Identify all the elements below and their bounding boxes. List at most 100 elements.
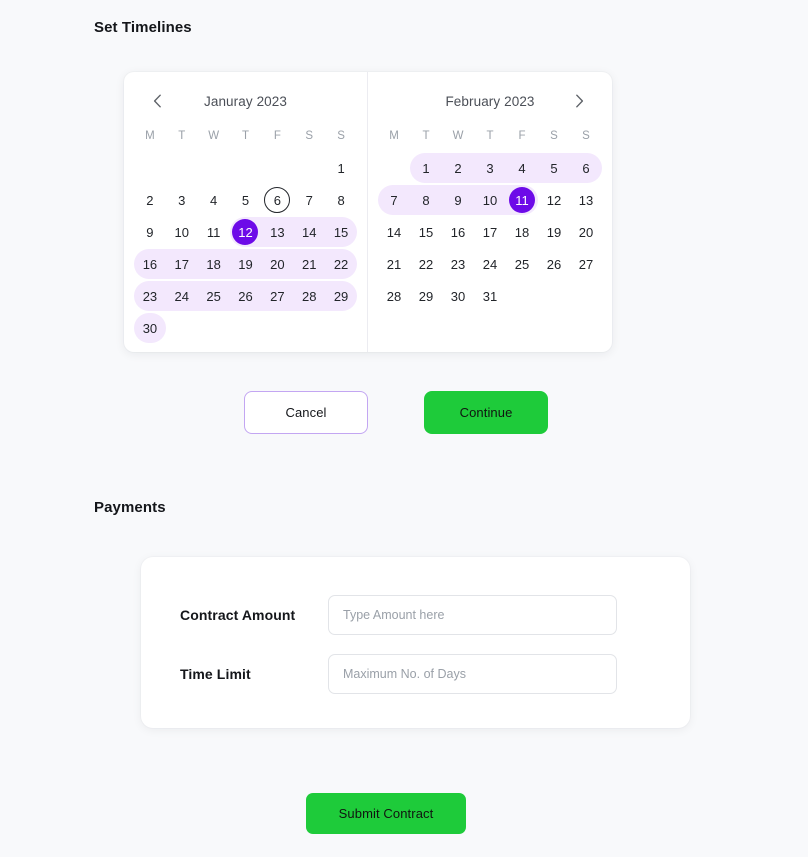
calendar-day-number: 25	[206, 288, 221, 304]
calendar-day[interactable]: 29	[410, 280, 442, 312]
calendar-day[interactable]: 7	[378, 184, 410, 216]
calendar-day[interactable]: 11	[198, 216, 230, 248]
calendar-day[interactable]: 8	[410, 184, 442, 216]
calendar-day-number: 1	[422, 160, 430, 176]
calendar-day-empty	[538, 280, 570, 312]
calendar-day-selected[interactable]: 11	[506, 184, 538, 216]
calendar-day-empty	[293, 312, 325, 344]
calendar-day[interactable]: 25	[198, 280, 230, 312]
calendar-day-today[interactable]: 6	[261, 184, 293, 216]
page-title-payments: Payments	[94, 499, 166, 516]
calendar-day[interactable]: 1	[325, 152, 357, 184]
calendar-day[interactable]: 18	[198, 248, 230, 280]
calendar-week-row: 14 15 16 17 18 19 20	[378, 216, 602, 248]
calendar-day[interactable]: 15	[325, 216, 357, 248]
calendar-day[interactable]: 4	[198, 184, 230, 216]
calendar-day[interactable]: 20	[570, 216, 602, 248]
calendar-day[interactable]: 2	[134, 184, 166, 216]
calendar-day-number: 26	[546, 256, 562, 272]
calendar-day-number: 7	[390, 192, 398, 208]
calendar-day-number: 28	[301, 288, 317, 304]
calendar-day-number: 2	[146, 192, 154, 208]
calendar-day[interactable]: 23	[442, 248, 474, 280]
calendar-day[interactable]: 8	[325, 184, 357, 216]
weekday-header-january: M T W T F S S	[134, 128, 357, 144]
calendar-day[interactable]: 20	[261, 248, 293, 280]
calendar-day[interactable]: 1	[410, 152, 442, 184]
chevron-right-icon[interactable]	[568, 90, 590, 112]
calendar-day[interactable]: 30	[134, 312, 166, 344]
calendar-day[interactable]: 26	[538, 248, 570, 280]
calendar-week-row: 30	[134, 312, 357, 344]
calendar-day[interactable]: 14	[378, 216, 410, 248]
calendar-day-empty	[230, 152, 262, 184]
calendar-day[interactable]: 9	[442, 184, 474, 216]
calendar-day[interactable]: 13	[570, 184, 602, 216]
calendar-day[interactable]: 9	[134, 216, 166, 248]
contract-amount-input[interactable]	[328, 595, 617, 635]
calendar-day-number: 10	[174, 224, 189, 240]
calendar-day[interactable]: 13	[261, 216, 293, 248]
calendar-day[interactable]: 24	[474, 248, 506, 280]
calendar-week-row: 1 2 3 4 5 6	[378, 152, 602, 184]
calendar-day[interactable]: 3	[166, 184, 198, 216]
weekday-label: T	[241, 130, 249, 142]
calendar-day[interactable]: 28	[293, 280, 325, 312]
calendar-day[interactable]: 10	[474, 184, 506, 216]
weekday-label: S	[550, 130, 558, 142]
calendar-day-empty	[198, 152, 230, 184]
calendar-day[interactable]: 5	[538, 152, 570, 184]
page-title-set-timelines: Set Timelines	[94, 19, 192, 36]
calendar-week-row: 16 17 18 19 20 21 22	[134, 248, 357, 280]
calendar-day[interactable]: 30	[442, 280, 474, 312]
calendar-day[interactable]: 17	[474, 216, 506, 248]
calendar-day-selected[interactable]: 12	[230, 216, 262, 248]
calendar-day[interactable]: 25	[506, 248, 538, 280]
calendar-day[interactable]: 26	[230, 280, 262, 312]
calendar-day[interactable]: 28	[378, 280, 410, 312]
calendar-day[interactable]: 21	[378, 248, 410, 280]
cancel-button[interactable]: Cancel	[244, 391, 368, 434]
calendar-day[interactable]: 24	[166, 280, 198, 312]
calendar-day[interactable]: 31	[474, 280, 506, 312]
calendar-day[interactable]: 19	[230, 248, 262, 280]
calendar-day-empty	[378, 152, 410, 184]
calendar-day[interactable]: 23	[134, 280, 166, 312]
calendar-day-number: 20	[270, 256, 285, 272]
calendar-day[interactable]: 19	[538, 216, 570, 248]
calendar-day-number: 15	[333, 224, 349, 240]
calendar-day[interactable]: 15	[410, 216, 442, 248]
calendar-day[interactable]: 22	[325, 248, 357, 280]
calendar-pane-february: February 2023 M T W T F S S 1 2 3 4 5 6 7 8 9 10 1…	[368, 72, 612, 352]
chevron-left-icon[interactable]	[146, 90, 168, 112]
calendar-day[interactable]: 6	[570, 152, 602, 184]
calendar-day[interactable]: 14	[293, 216, 325, 248]
calendar-day[interactable]: 18	[506, 216, 538, 248]
calendar-week-row: 9 10 11 12 13 14 15	[134, 216, 357, 248]
calendar-day-number: 20	[578, 224, 594, 240]
calendar-day-number: 22	[418, 256, 434, 272]
calendar-day[interactable]: 22	[410, 248, 442, 280]
calendar-day[interactable]: 29	[325, 280, 357, 312]
calendar-day-number: 11	[509, 187, 535, 213]
calendar-day[interactable]: 16	[134, 248, 166, 280]
calendar-day[interactable]: 16	[442, 216, 474, 248]
calendar-day[interactable]: 7	[293, 184, 325, 216]
time-limit-input[interactable]	[328, 654, 617, 694]
calendar-day[interactable]: 21	[293, 248, 325, 280]
calendar-day-empty	[198, 312, 230, 344]
calendar-day-number: 25	[514, 256, 530, 272]
submit-contract-button[interactable]: Submit Contract	[306, 793, 466, 834]
calendar-day[interactable]: 10	[166, 216, 198, 248]
calendar-day[interactable]: 17	[166, 248, 198, 280]
calendar-day[interactable]: 27	[261, 280, 293, 312]
calendar-day-number: 6	[264, 187, 291, 213]
calendar-day[interactable]: 12	[538, 184, 570, 216]
calendar-day-number: 8	[337, 192, 345, 208]
continue-button[interactable]: Continue	[424, 391, 548, 434]
calendar-day[interactable]: 2	[442, 152, 474, 184]
calendar-day[interactable]: 4	[506, 152, 538, 184]
calendar-day[interactable]: 27	[570, 248, 602, 280]
calendar-day[interactable]: 5	[230, 184, 262, 216]
calendar-day[interactable]: 3	[474, 152, 506, 184]
